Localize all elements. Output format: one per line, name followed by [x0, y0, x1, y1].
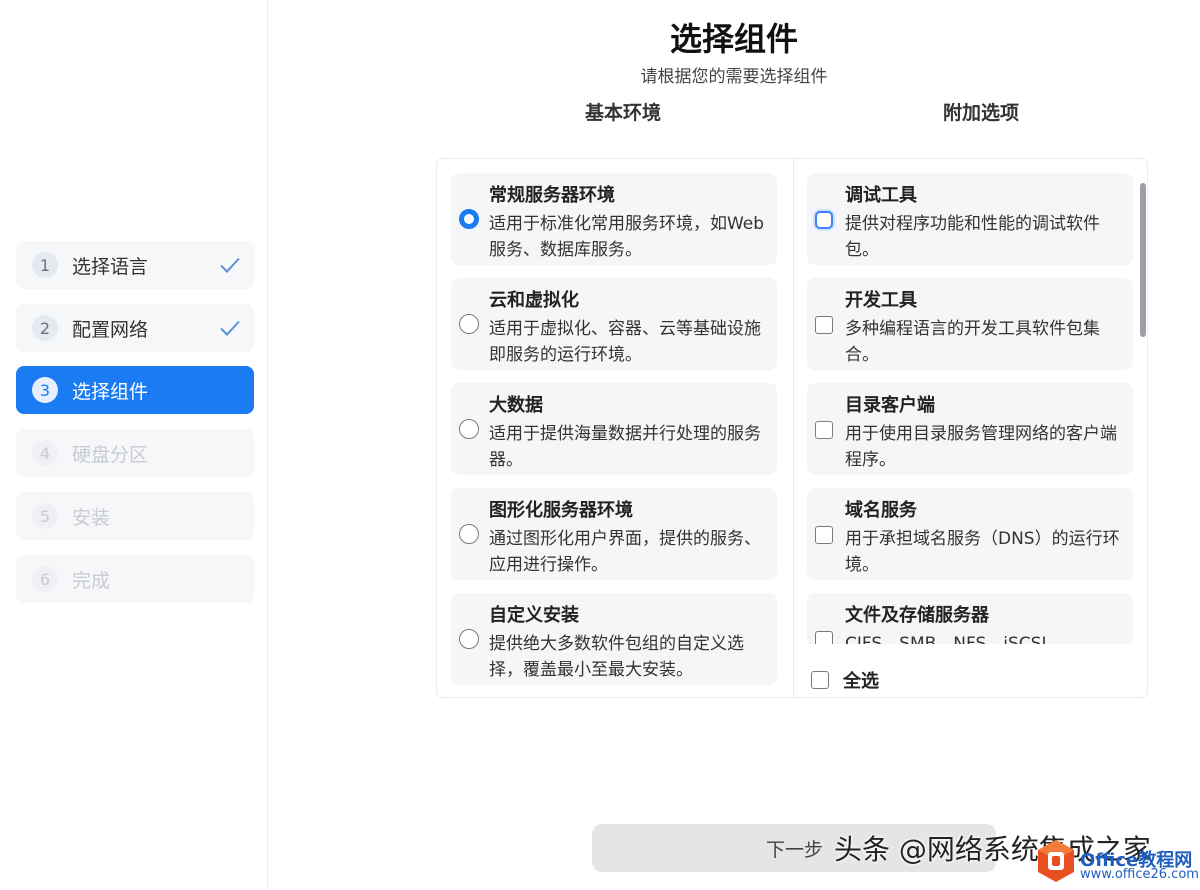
step-label: 选择组件 [72, 380, 149, 403]
step-disk-partition: 4 硬盘分区 [16, 429, 254, 477]
checkmark-icon [220, 257, 240, 273]
column-divider [793, 159, 794, 699]
checkbox[interactable] [815, 211, 833, 229]
radio-button[interactable] [459, 419, 479, 439]
card-description: 提供对程序功能和性能的调试软件包。 [845, 214, 1100, 260]
base-env-heading: 基本环境 [585, 102, 662, 124]
step-label: 硬盘分区 [72, 443, 149, 466]
step-label: 安装 [72, 506, 111, 529]
radio-button[interactable] [459, 524, 479, 544]
addon-heading: 附加选项 [943, 102, 1020, 124]
logo-url: www.office26.com [1080, 867, 1199, 882]
sidebar: 1 选择语言 2 配置网络 3 选择组件 4 硬盘分区 5 安装 6 完成 [0, 0, 268, 890]
page-title: 选择组件 [669, 20, 798, 58]
step-number: 6 [32, 566, 58, 592]
step-label: 完成 [72, 569, 111, 592]
addon-card-dns-service[interactable]: 域名服务 用于承担域名服务（DNS）的运行环境。 [807, 488, 1133, 580]
step-number: 4 [32, 440, 58, 466]
checkbox[interactable] [815, 421, 833, 439]
step-select-components[interactable]: 3 选择组件 [16, 366, 254, 414]
card-title: 开发工具 [845, 290, 917, 311]
card-description: 适用于提供海量数据并行处理的服务器。 [489, 424, 761, 470]
radio-button[interactable] [459, 209, 479, 229]
step-number: 2 [32, 315, 58, 341]
checkbox[interactable] [815, 631, 833, 644]
card-title: 图形化服务器环境 [489, 500, 633, 521]
card-description: 用于使用目录服务管理网络的客户端程序。 [845, 424, 1117, 470]
page-subtitle: 请根据您的需要选择组件 [640, 67, 828, 87]
card-description: 通过图形化用户界面，提供的服务、应用进行操作。 [489, 529, 761, 575]
select-all-label: 全选 [843, 671, 879, 692]
radio-button[interactable] [459, 629, 479, 649]
components-panel: 常规服务器环境 适用于标准化常用服务环境，如Web服务、数据库服务。 云和虚拟化… [436, 158, 1148, 699]
card-title: 大数据 [489, 395, 543, 416]
select-all-checkbox[interactable] [811, 671, 829, 689]
checkbox[interactable] [815, 316, 833, 334]
card-title: 云和虚拟化 [489, 290, 579, 311]
card-title: 常规服务器环境 [489, 185, 615, 206]
base-env-card-big-data[interactable]: 大数据 适用于提供海量数据并行处理的服务器。 [451, 383, 777, 475]
addon-card-directory-client[interactable]: 目录客户端 用于使用目录服务管理网络的客户端程序。 [807, 383, 1133, 475]
base-env-card-general-server[interactable]: 常规服务器环境 适用于标准化常用服务环境，如Web服务、数据库服务。 [451, 173, 777, 265]
addon-list[interactable]: 调试工具 提供对程序功能和性能的调试软件包。 开发工具 多种编程语言的开发工具软… [807, 171, 1137, 644]
addon-scrollbar[interactable] [1140, 183, 1146, 337]
checkmark-icon [220, 320, 240, 336]
addon-card-dev-tools[interactable]: 开发工具 多种编程语言的开发工具软件包集合。 [807, 278, 1133, 370]
addon-card-debug-tools[interactable]: 调试工具 提供对程序功能和性能的调试软件包。 [807, 173, 1133, 265]
card-description: CIFS、SMB、NFS、iSCSI [845, 634, 1047, 644]
card-title: 目录客户端 [845, 395, 935, 416]
step-label: 选择语言 [72, 255, 149, 278]
card-description: 用于承担域名服务（DNS）的运行环境。 [845, 529, 1120, 575]
card-description: 提供绝大多数软件包组的自定义选择，覆盖最小至最大安装。 [489, 634, 744, 680]
checkbox[interactable] [815, 526, 833, 544]
addon-card-file-storage-server[interactable]: 文件及存储服务器 CIFS、SMB、NFS、iSCSI [807, 593, 1133, 644]
base-env-card-custom-install[interactable]: 自定义安装 提供绝大多数软件包组的自定义选择，覆盖最小至最大安装。 [451, 593, 777, 685]
radio-button[interactable] [459, 314, 479, 334]
step-install: 5 安装 [16, 492, 254, 540]
card-title: 文件及存储服务器 [845, 605, 989, 626]
step-number: 3 [32, 377, 58, 403]
step-number: 1 [32, 252, 58, 278]
base-env-card-graphical-server[interactable]: 图形化服务器环境 通过图形化用户界面，提供的服务、应用进行操作。 [451, 488, 777, 580]
base-env-card-cloud-virtualization[interactable]: 云和虚拟化 适用于虚拟化、容器、云等基础设施即服务的运行环境。 [451, 278, 777, 370]
card-description: 多种编程语言的开发工具软件包集合。 [845, 319, 1100, 365]
office-logo-icon [1038, 840, 1074, 882]
step-complete: 6 完成 [16, 555, 254, 603]
card-title: 自定义安装 [489, 605, 579, 626]
step-select-language[interactable]: 1 选择语言 [16, 241, 254, 289]
card-description: 适用于标准化常用服务环境，如Web服务、数据库服务。 [489, 214, 765, 260]
card-description: 适用于虚拟化、容器、云等基础设施即服务的运行环境。 [489, 319, 761, 365]
select-all[interactable]: 全选 [811, 667, 879, 693]
card-title: 域名服务 [845, 500, 917, 521]
step-configure-network[interactable]: 2 配置网络 [16, 304, 254, 352]
step-label: 配置网络 [72, 318, 149, 341]
step-number: 5 [32, 503, 58, 529]
card-title: 调试工具 [845, 185, 917, 206]
